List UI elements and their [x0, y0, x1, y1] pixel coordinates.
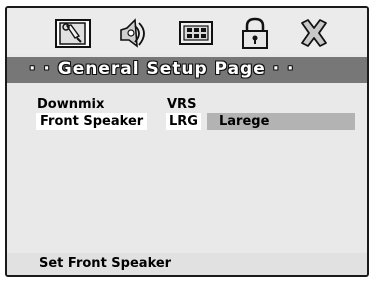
- setup-menu-window: · · General Setup Page · · Downmix VRS F…: [5, 6, 369, 277]
- video-setup-icon[interactable]: [176, 16, 216, 50]
- exit-icon[interactable]: [294, 16, 334, 50]
- page-title: · · General Setup Page · ·: [29, 59, 295, 79]
- front-speaker-option[interactable]: Larege: [207, 113, 355, 130]
- downmix-value: VRS: [167, 97, 197, 112]
- general-setup-icon[interactable]: [53, 16, 93, 50]
- settings-list: Downmix VRS Front Speaker LRG Larege: [7, 83, 367, 253]
- status-text: Set Front Speaker: [39, 256, 172, 271]
- page-header: · · General Setup Page · ·: [7, 57, 367, 83]
- audio-setup-icon[interactable]: [113, 16, 153, 50]
- front-speaker-value: LRG: [166, 113, 201, 130]
- password-lock-icon[interactable]: [235, 16, 275, 50]
- menu-row-downmix[interactable]: Downmix VRS: [7, 96, 367, 113]
- setup-icon-bar: [7, 8, 367, 54]
- menu-row-front-speaker[interactable]: Front Speaker LRG Larege: [7, 113, 367, 130]
- front-speaker-label: Front Speaker: [36, 113, 148, 130]
- status-bar: Set Front Speaker: [7, 253, 367, 275]
- downmix-label: Downmix: [37, 97, 105, 112]
